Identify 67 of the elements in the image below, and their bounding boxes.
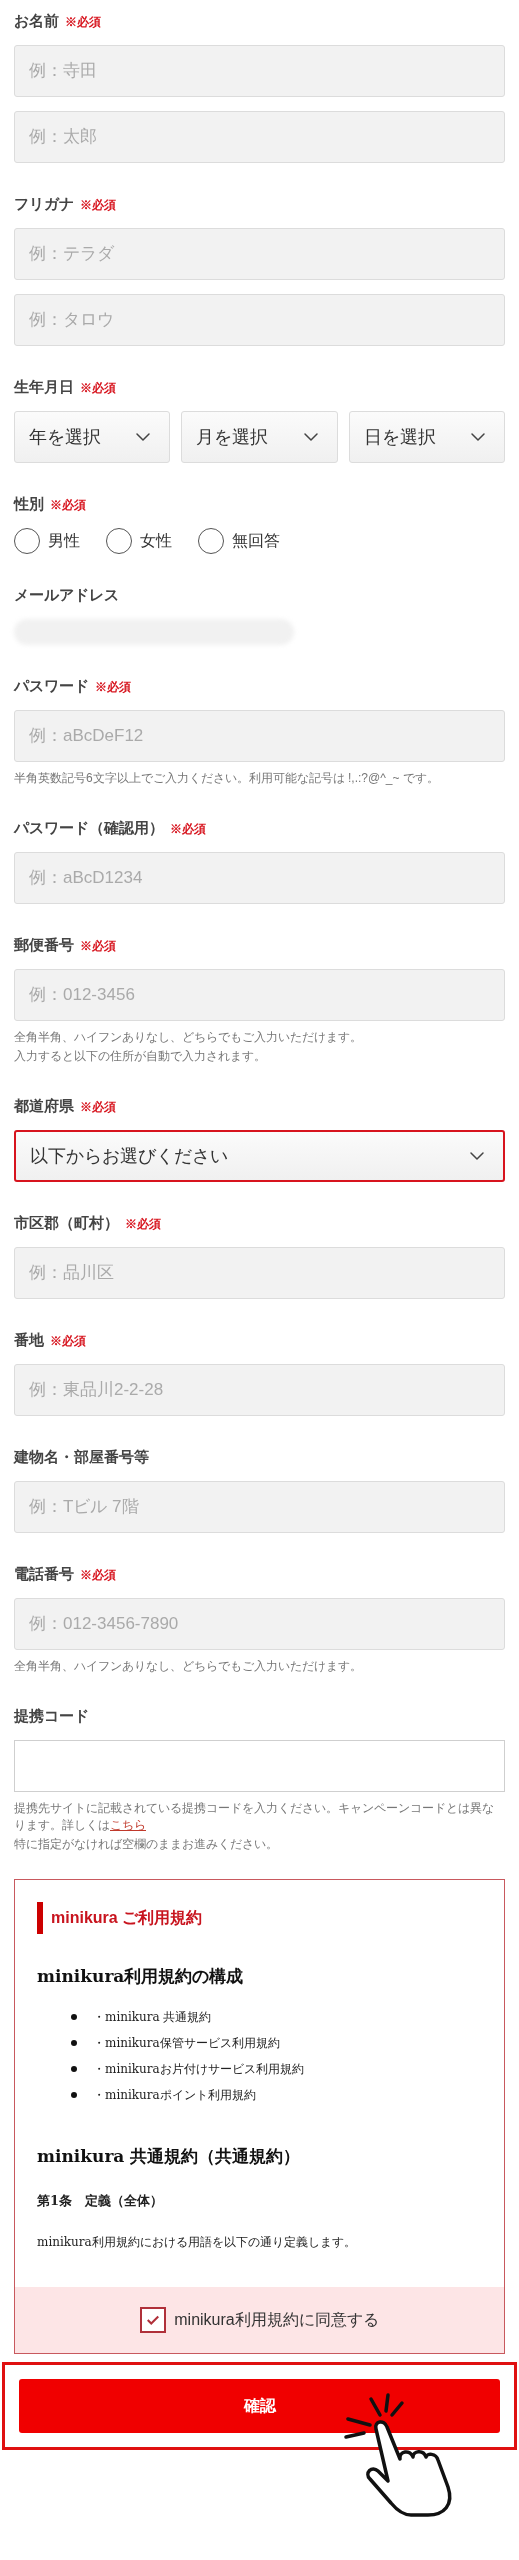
text-field[interactable]: 例：品川区 xyxy=(14,1247,505,1299)
required-mark: ※必須 xyxy=(170,821,206,838)
field-label: 提携コード xyxy=(14,1706,89,1726)
field-label: 生年月日 xyxy=(14,377,74,397)
text-field[interactable]: 例：aBcDeF12 xyxy=(14,710,505,762)
agree-checkbox[interactable] xyxy=(140,2306,167,2333)
text-field[interactable]: 例：テラダ xyxy=(14,228,505,280)
terms-title: minikura ご利用規約 xyxy=(51,1908,203,1928)
text-field[interactable]: 例：寺田 xyxy=(14,45,505,97)
select-dropdown[interactable]: 年を選択 xyxy=(14,411,171,463)
select-dropdown[interactable]: 月を選択 xyxy=(181,411,338,463)
field-label: パスワード（確認用） xyxy=(14,818,164,838)
help-text: 全角半角、ハイフンありなし、どちらでもご入力いただけます。 xyxy=(14,1029,363,1046)
field-label: 建物名・部屋番号等 xyxy=(14,1447,149,1467)
field-label: 都道府県 xyxy=(14,1096,74,1116)
text-field[interactable]: 例：Tビル 7階 xyxy=(14,1481,505,1533)
required-mark: ※必須 xyxy=(125,1216,161,1233)
radio-label: 無回答 xyxy=(232,531,280,551)
field-label: メールアドレス xyxy=(14,585,119,605)
field-label: 性別 xyxy=(14,494,44,514)
text-field[interactable] xyxy=(14,1740,505,1792)
text-field[interactable]: 例：太郎 xyxy=(14,111,505,163)
title-accent-bar xyxy=(37,1902,43,1934)
help-text: 半角英数記号6文字以上でご入力ください。利用可能な記号は !,.:?@^_~ です。 xyxy=(14,770,440,787)
help-text: 入力すると以下の住所が自動で入力されます。 xyxy=(14,1048,267,1065)
field-label: 市区郡（町村） xyxy=(14,1213,119,1233)
radio-button[interactable] xyxy=(14,528,40,554)
radio-label: 男性 xyxy=(48,531,80,551)
help-text: 提携先サイトに記載されている提携コードを入力ください。キャンペーンコードとは異なります。詳しくはこちら xyxy=(14,1800,495,1834)
required-mark: ※必須 xyxy=(50,497,86,514)
terms-heading: minikura利用規約の構成 xyxy=(37,1965,245,1988)
text-field[interactable]: 例：aBcD1234 xyxy=(14,852,505,904)
radio-button[interactable] xyxy=(198,528,224,554)
required-mark: ※必須 xyxy=(80,1099,116,1116)
text-field[interactable]: 例：012-3456 xyxy=(14,969,505,1021)
terms-list-item: ・minikura保管サービス利用規約 xyxy=(93,2034,280,2052)
field-label: 番地 xyxy=(14,1330,44,1350)
details-link[interactable]: こちら xyxy=(110,1818,146,1832)
field-label: 郵便番号 xyxy=(14,935,74,955)
required-mark: ※必須 xyxy=(95,679,131,696)
field-label: 電話番号 xyxy=(14,1564,74,1584)
select-dropdown[interactable]: 日を選択 xyxy=(348,411,505,463)
text-field[interactable]: 例：東品川2-2-28 xyxy=(14,1364,505,1416)
required-mark: ※必須 xyxy=(80,380,116,397)
terms-section-title: minikura 共通規約（共通規約） xyxy=(37,2144,302,2168)
agree-label: minikura利用規約に同意する xyxy=(174,2309,379,2330)
radio-button[interactable] xyxy=(106,528,132,554)
terms-paragraph: minikura利用規約における用語を以下の通り定義します。 xyxy=(37,2233,357,2251)
field-label: お名前 xyxy=(14,11,59,31)
text-field[interactable]: 例：012-3456-7890 xyxy=(14,1598,505,1650)
help-text: 全角半角、ハイフンありなし、どちらでもご入力いただけます。 xyxy=(14,1658,363,1675)
terms-list-item: ・minikura 共通規約 xyxy=(93,2008,212,2026)
select-dropdown[interactable]: 以下からお選びください xyxy=(14,1130,505,1182)
radio-label: 女性 xyxy=(140,531,172,551)
article-title: 第1条 定義（全体） xyxy=(37,2192,165,2210)
required-mark: ※必須 xyxy=(80,197,116,214)
required-mark: ※必須 xyxy=(65,14,101,31)
text-field[interactable]: 例：タロウ xyxy=(14,294,505,346)
terms-list-item: ・minikuraポイント利用規約 xyxy=(93,2086,256,2104)
help-text: 特に指定がなければ空欄のままお進みください。 xyxy=(14,1836,279,1853)
field-label: パスワード xyxy=(14,676,89,696)
required-mark: ※必須 xyxy=(50,1333,86,1350)
terms-list-item: ・minikuraお片付けサービス利用規約 xyxy=(93,2060,304,2078)
required-mark: ※必須 xyxy=(80,938,116,955)
confirm-button[interactable]: 確認 xyxy=(19,2378,500,2433)
field-label: フリガナ xyxy=(14,194,74,214)
required-mark: ※必須 xyxy=(80,1567,116,1584)
